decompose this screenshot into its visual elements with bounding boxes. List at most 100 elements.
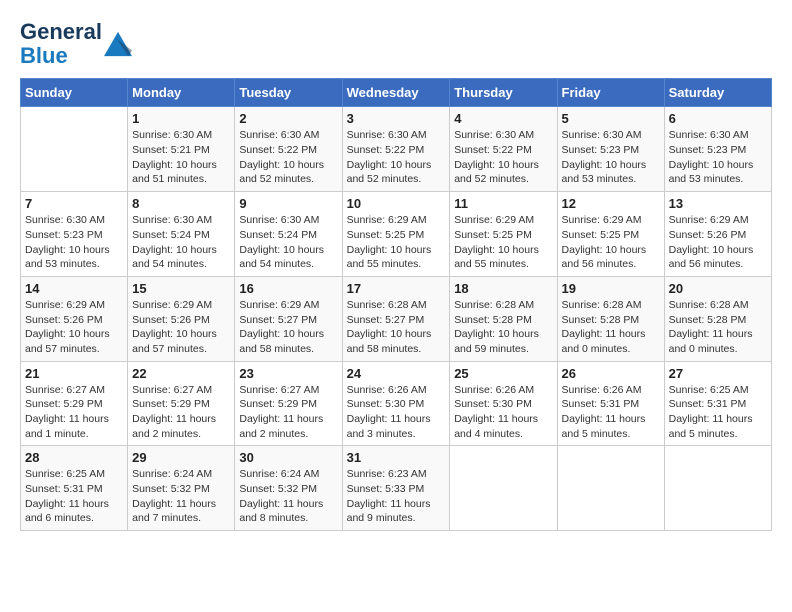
- day-number: 28: [25, 450, 123, 465]
- day-info: Sunrise: 6:23 AMSunset: 5:33 PMDaylight:…: [347, 468, 431, 524]
- day-number: 20: [669, 281, 767, 296]
- page-header: GeneralBlue: [20, 20, 772, 68]
- day-number: 11: [454, 196, 552, 211]
- calendar-cell: 21 Sunrise: 6:27 AMSunset: 5:29 PMDaylig…: [21, 361, 128, 446]
- logo: GeneralBlue: [20, 20, 132, 68]
- calendar-cell: 14 Sunrise: 6:29 AMSunset: 5:26 PMDaylig…: [21, 276, 128, 361]
- calendar-cell: 15 Sunrise: 6:29 AMSunset: 5:26 PMDaylig…: [128, 276, 235, 361]
- calendar-cell: 2 Sunrise: 6:30 AMSunset: 5:22 PMDayligh…: [235, 107, 342, 192]
- day-info: Sunrise: 6:30 AMSunset: 5:22 PMDaylight:…: [454, 129, 539, 185]
- calendar-cell: 22 Sunrise: 6:27 AMSunset: 5:29 PMDaylig…: [128, 361, 235, 446]
- day-number: 30: [239, 450, 337, 465]
- calendar-cell: 5 Sunrise: 6:30 AMSunset: 5:23 PMDayligh…: [557, 107, 664, 192]
- calendar-cell: 13 Sunrise: 6:29 AMSunset: 5:26 PMDaylig…: [664, 192, 771, 277]
- day-info: Sunrise: 6:29 AMSunset: 5:25 PMDaylight:…: [562, 214, 647, 270]
- week-row-3: 14 Sunrise: 6:29 AMSunset: 5:26 PMDaylig…: [21, 276, 772, 361]
- day-info: Sunrise: 6:29 AMSunset: 5:26 PMDaylight:…: [25, 299, 110, 355]
- day-number: 7: [25, 196, 123, 211]
- day-number: 29: [132, 450, 230, 465]
- calendar-cell: 3 Sunrise: 6:30 AMSunset: 5:22 PMDayligh…: [342, 107, 450, 192]
- week-row-5: 28 Sunrise: 6:25 AMSunset: 5:31 PMDaylig…: [21, 446, 772, 531]
- calendar-cell: 20 Sunrise: 6:28 AMSunset: 5:28 PMDaylig…: [664, 276, 771, 361]
- day-header-thursday: Thursday: [450, 79, 557, 107]
- day-number: 4: [454, 111, 552, 126]
- calendar-cell: 19 Sunrise: 6:28 AMSunset: 5:28 PMDaylig…: [557, 276, 664, 361]
- day-header-friday: Friday: [557, 79, 664, 107]
- calendar-cell: [664, 446, 771, 531]
- calendar-cell: [21, 107, 128, 192]
- calendar-cell: 26 Sunrise: 6:26 AMSunset: 5:31 PMDaylig…: [557, 361, 664, 446]
- day-info: Sunrise: 6:25 AMSunset: 5:31 PMDaylight:…: [25, 468, 109, 524]
- calendar-cell: 9 Sunrise: 6:30 AMSunset: 5:24 PMDayligh…: [235, 192, 342, 277]
- day-info: Sunrise: 6:26 AMSunset: 5:30 PMDaylight:…: [347, 384, 431, 440]
- calendar-table: SundayMondayTuesdayWednesdayThursdayFrid…: [20, 78, 772, 531]
- week-row-1: 1 Sunrise: 6:30 AMSunset: 5:21 PMDayligh…: [21, 107, 772, 192]
- day-info: Sunrise: 6:28 AMSunset: 5:27 PMDaylight:…: [347, 299, 432, 355]
- day-number: 22: [132, 366, 230, 381]
- calendar-cell: 30 Sunrise: 6:24 AMSunset: 5:32 PMDaylig…: [235, 446, 342, 531]
- day-number: 24: [347, 366, 446, 381]
- day-number: 21: [25, 366, 123, 381]
- day-info: Sunrise: 6:24 AMSunset: 5:32 PMDaylight:…: [132, 468, 216, 524]
- calendar-cell: 18 Sunrise: 6:28 AMSunset: 5:28 PMDaylig…: [450, 276, 557, 361]
- day-number: 17: [347, 281, 446, 296]
- day-info: Sunrise: 6:24 AMSunset: 5:32 PMDaylight:…: [239, 468, 323, 524]
- day-number: 25: [454, 366, 552, 381]
- day-number: 15: [132, 281, 230, 296]
- calendar-cell: 8 Sunrise: 6:30 AMSunset: 5:24 PMDayligh…: [128, 192, 235, 277]
- day-info: Sunrise: 6:27 AMSunset: 5:29 PMDaylight:…: [132, 384, 216, 440]
- day-info: Sunrise: 6:28 AMSunset: 5:28 PMDaylight:…: [454, 299, 539, 355]
- calendar-cell: [450, 446, 557, 531]
- calendar-cell: 29 Sunrise: 6:24 AMSunset: 5:32 PMDaylig…: [128, 446, 235, 531]
- day-info: Sunrise: 6:29 AMSunset: 5:25 PMDaylight:…: [347, 214, 432, 270]
- calendar-cell: 31 Sunrise: 6:23 AMSunset: 5:33 PMDaylig…: [342, 446, 450, 531]
- day-number: 6: [669, 111, 767, 126]
- day-info: Sunrise: 6:30 AMSunset: 5:24 PMDaylight:…: [132, 214, 217, 270]
- day-number: 5: [562, 111, 660, 126]
- day-info: Sunrise: 6:26 AMSunset: 5:31 PMDaylight:…: [562, 384, 646, 440]
- week-row-2: 7 Sunrise: 6:30 AMSunset: 5:23 PMDayligh…: [21, 192, 772, 277]
- day-number: 19: [562, 281, 660, 296]
- day-number: 26: [562, 366, 660, 381]
- calendar-cell: 1 Sunrise: 6:30 AMSunset: 5:21 PMDayligh…: [128, 107, 235, 192]
- day-number: 14: [25, 281, 123, 296]
- calendar-cell: 24 Sunrise: 6:26 AMSunset: 5:30 PMDaylig…: [342, 361, 450, 446]
- logo-icon: [104, 30, 132, 58]
- day-info: Sunrise: 6:30 AMSunset: 5:23 PMDaylight:…: [669, 129, 754, 185]
- day-header-tuesday: Tuesday: [235, 79, 342, 107]
- calendar-cell: 28 Sunrise: 6:25 AMSunset: 5:31 PMDaylig…: [21, 446, 128, 531]
- calendar-cell: 7 Sunrise: 6:30 AMSunset: 5:23 PMDayligh…: [21, 192, 128, 277]
- day-number: 2: [239, 111, 337, 126]
- calendar-cell: 17 Sunrise: 6:28 AMSunset: 5:27 PMDaylig…: [342, 276, 450, 361]
- day-number: 9: [239, 196, 337, 211]
- calendar-cell: 6 Sunrise: 6:30 AMSunset: 5:23 PMDayligh…: [664, 107, 771, 192]
- day-info: Sunrise: 6:27 AMSunset: 5:29 PMDaylight:…: [25, 384, 109, 440]
- day-info: Sunrise: 6:30 AMSunset: 5:24 PMDaylight:…: [239, 214, 324, 270]
- day-number: 16: [239, 281, 337, 296]
- calendar-cell: 10 Sunrise: 6:29 AMSunset: 5:25 PMDaylig…: [342, 192, 450, 277]
- day-info: Sunrise: 6:30 AMSunset: 5:22 PMDaylight:…: [347, 129, 432, 185]
- day-number: 3: [347, 111, 446, 126]
- calendar-cell: 27 Sunrise: 6:25 AMSunset: 5:31 PMDaylig…: [664, 361, 771, 446]
- day-number: 18: [454, 281, 552, 296]
- day-info: Sunrise: 6:29 AMSunset: 5:26 PMDaylight:…: [669, 214, 754, 270]
- day-info: Sunrise: 6:29 AMSunset: 5:26 PMDaylight:…: [132, 299, 217, 355]
- day-header-saturday: Saturday: [664, 79, 771, 107]
- day-info: Sunrise: 6:26 AMSunset: 5:30 PMDaylight:…: [454, 384, 538, 440]
- day-number: 27: [669, 366, 767, 381]
- day-info: Sunrise: 6:29 AMSunset: 5:25 PMDaylight:…: [454, 214, 539, 270]
- day-info: Sunrise: 6:30 AMSunset: 5:23 PMDaylight:…: [25, 214, 110, 270]
- day-header-sunday: Sunday: [21, 79, 128, 107]
- day-info: Sunrise: 6:29 AMSunset: 5:27 PMDaylight:…: [239, 299, 324, 355]
- day-header-monday: Monday: [128, 79, 235, 107]
- day-number: 1: [132, 111, 230, 126]
- day-number: 12: [562, 196, 660, 211]
- day-info: Sunrise: 6:28 AMSunset: 5:28 PMDaylight:…: [669, 299, 753, 355]
- day-header-wednesday: Wednesday: [342, 79, 450, 107]
- calendar-header-row: SundayMondayTuesdayWednesdayThursdayFrid…: [21, 79, 772, 107]
- day-info: Sunrise: 6:30 AMSunset: 5:21 PMDaylight:…: [132, 129, 217, 185]
- day-info: Sunrise: 6:28 AMSunset: 5:28 PMDaylight:…: [562, 299, 646, 355]
- calendar-cell: 11 Sunrise: 6:29 AMSunset: 5:25 PMDaylig…: [450, 192, 557, 277]
- calendar-cell: [557, 446, 664, 531]
- day-info: Sunrise: 6:30 AMSunset: 5:23 PMDaylight:…: [562, 129, 647, 185]
